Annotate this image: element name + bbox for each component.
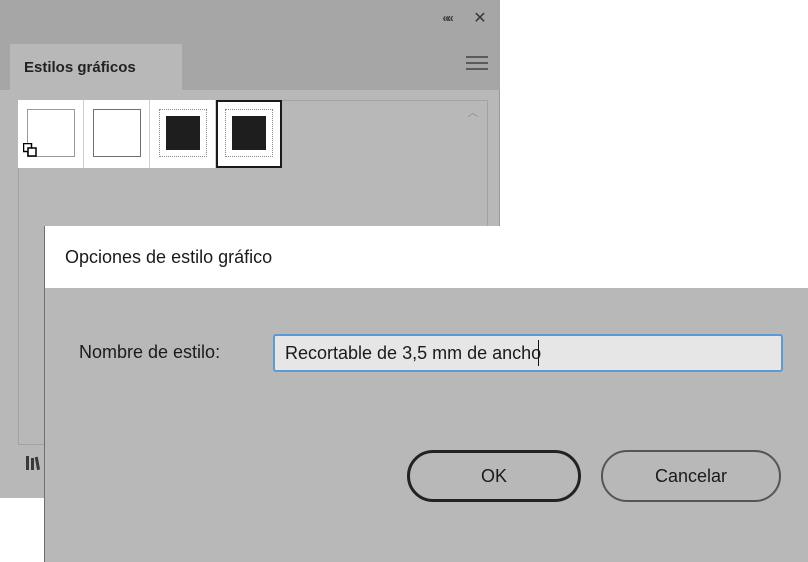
style-swatch-black[interactable]	[150, 100, 216, 168]
style-swatches	[18, 100, 282, 168]
graphic-style-options-dialog: Opciones de estilo gráfico Nombre de est…	[44, 226, 808, 562]
black-fill-style-icon	[159, 109, 207, 157]
collapse-icon[interactable]: ««	[437, 8, 457, 28]
libraries-icon[interactable]	[24, 454, 42, 472]
panel-menu-icon[interactable]	[466, 56, 488, 70]
style-swatch-default[interactable]	[18, 100, 84, 168]
tab-graphic-styles[interactable]: Estilos gráficos	[10, 44, 182, 90]
style-swatch-black-selected[interactable]	[216, 100, 282, 168]
blank-style-icon	[93, 109, 141, 157]
style-swatch-blank[interactable]	[84, 100, 150, 168]
scroll-up-icon[interactable]: ︿	[466, 108, 480, 119]
cancel-button[interactable]: Cancelar	[601, 450, 781, 502]
style-name-label: Nombre de estilo:	[79, 342, 221, 362]
panel-title-bar: «« ✕	[0, 0, 500, 34]
dialog-title: Opciones de estilo gráfico	[65, 247, 273, 267]
close-icon[interactable]: ✕	[470, 8, 490, 28]
dialog-title-bar: Opciones de estilo gráfico	[45, 226, 808, 288]
text-caret	[538, 340, 539, 366]
panel-tab-strip: Estilos gráficos	[0, 34, 500, 90]
black-fill-selected-style-icon	[225, 109, 273, 157]
style-name-input[interactable]	[273, 334, 783, 372]
default-style-icon	[23, 143, 37, 157]
ok-button[interactable]: OK	[407, 450, 581, 502]
